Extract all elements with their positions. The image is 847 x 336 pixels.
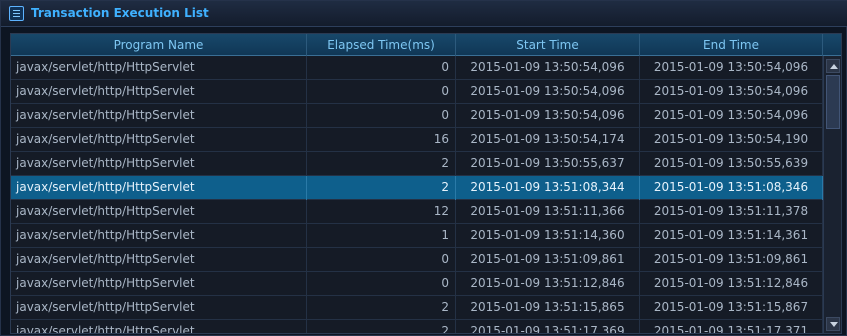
cell-end-time: 2015-01-09 13:51:15,867 bbox=[640, 296, 823, 320]
cell-program-name: javax/servlet/http/HttpServlet bbox=[11, 80, 307, 104]
cell-elapsed-time: 0 bbox=[307, 56, 456, 80]
table-row[interactable]: javax/servlet/http/HttpServlet 0 2015-01-0… bbox=[11, 248, 823, 272]
column-header-end-time[interactable]: End Time bbox=[640, 34, 823, 56]
panel-titlebar: Transaction Execution List bbox=[1, 1, 847, 27]
table-header: Program Name Elapsed Time(ms) Start Time… bbox=[11, 34, 823, 56]
column-header-program-name[interactable]: Program Name bbox=[11, 34, 307, 56]
table-row[interactable]: javax/servlet/http/HttpServlet 1 2015-01-0… bbox=[11, 224, 823, 248]
cell-start-time: 2015-01-09 13:51:17,369 bbox=[456, 320, 640, 333]
cell-end-time: 2015-01-09 13:50:54,096 bbox=[640, 104, 823, 128]
cell-start-time: 2015-01-09 13:51:11,366 bbox=[456, 200, 640, 224]
cell-program-name: javax/servlet/http/HttpServlet bbox=[11, 248, 307, 272]
cell-elapsed-time: 0 bbox=[307, 272, 456, 296]
list-icon bbox=[9, 6, 24, 21]
cell-program-name: javax/servlet/http/HttpServlet bbox=[11, 200, 307, 224]
arrow-up-icon[interactable] bbox=[826, 59, 840, 73]
cell-elapsed-time: 0 bbox=[307, 104, 456, 128]
table-row[interactable]: javax/servlet/http/HttpServlet 2 2015-01-0… bbox=[11, 152, 823, 176]
cell-elapsed-time: 0 bbox=[307, 248, 456, 272]
table-row[interactable]: javax/servlet/http/HttpServlet 12 2015-01-… bbox=[11, 200, 823, 224]
cell-start-time: 2015-01-09 13:50:54,096 bbox=[456, 56, 640, 80]
cell-elapsed-time: 0 bbox=[307, 80, 456, 104]
cell-end-time: 2015-01-09 13:50:55,639 bbox=[640, 152, 823, 176]
cell-start-time: 2015-01-09 13:51:08,344 bbox=[456, 176, 640, 200]
cell-end-time: 2015-01-09 13:51:09,861 bbox=[640, 248, 823, 272]
cell-elapsed-time: 2 bbox=[307, 152, 456, 176]
transaction-panel: Transaction Execution List Program Name … bbox=[0, 0, 847, 336]
transaction-table: Program Name Elapsed Time(ms) Start Time… bbox=[10, 33, 842, 334]
cell-program-name: javax/servlet/http/HttpServlet bbox=[11, 56, 307, 80]
cell-program-name: javax/servlet/http/HttpServlet bbox=[11, 152, 307, 176]
cell-start-time: 2015-01-09 13:51:12,846 bbox=[456, 272, 640, 296]
cell-elapsed-time: 16 bbox=[307, 128, 456, 152]
cell-start-time: 2015-01-09 13:51:14,360 bbox=[456, 224, 640, 248]
cell-start-time: 2015-01-09 13:50:54,174 bbox=[456, 128, 640, 152]
table-row[interactable]: javax/servlet/http/HttpServlet 2 2015-01-0… bbox=[11, 320, 823, 333]
table-row[interactable]: javax/servlet/http/HttpServlet 16 2015-01-… bbox=[11, 128, 823, 152]
cell-program-name: javax/servlet/http/HttpServlet bbox=[11, 128, 307, 152]
cell-start-time: 2015-01-09 13:50:55,637 bbox=[456, 152, 640, 176]
cell-program-name: javax/servlet/http/HttpServlet bbox=[11, 104, 307, 128]
cell-end-time: 2015-01-09 13:51:12,846 bbox=[640, 272, 823, 296]
cell-elapsed-time: 2 bbox=[307, 176, 456, 200]
table-row[interactable]: javax/servlet/http/HttpServlet 0 2015-01-0… bbox=[11, 56, 823, 80]
cell-program-name: javax/servlet/http/HttpServlet bbox=[11, 320, 307, 333]
cell-start-time: 2015-01-09 13:51:09,861 bbox=[456, 248, 640, 272]
cell-end-time: 2015-01-09 13:51:11,378 bbox=[640, 200, 823, 224]
cell-elapsed-time: 1 bbox=[307, 224, 456, 248]
vertical-scrollbar[interactable] bbox=[823, 56, 841, 333]
table-row[interactable]: javax/servlet/http/HttpServlet 0 2015-01-0… bbox=[11, 104, 823, 128]
cell-elapsed-time: 2 bbox=[307, 320, 456, 333]
arrow-down-icon[interactable] bbox=[826, 317, 840, 331]
column-header-start-time[interactable]: Start Time bbox=[456, 34, 640, 56]
cell-start-time: 2015-01-09 13:51:15,865 bbox=[456, 296, 640, 320]
cell-end-time: 2015-01-09 13:51:17,371 bbox=[640, 320, 823, 333]
cell-program-name: javax/servlet/http/HttpServlet bbox=[11, 224, 307, 248]
cell-end-time: 2015-01-09 13:51:14,361 bbox=[640, 224, 823, 248]
cell-elapsed-time: 12 bbox=[307, 200, 456, 224]
cell-start-time: 2015-01-09 13:50:54,096 bbox=[456, 80, 640, 104]
cell-program-name: javax/servlet/http/HttpServlet bbox=[11, 296, 307, 320]
cell-start-time: 2015-01-09 13:50:54,096 bbox=[456, 104, 640, 128]
header-corner bbox=[823, 34, 841, 56]
cell-end-time: 2015-01-09 13:50:54,190 bbox=[640, 128, 823, 152]
table-row[interactable]: javax/servlet/http/HttpServlet 0 2015-01-0… bbox=[11, 80, 823, 104]
cell-end-time: 2015-01-09 13:50:54,096 bbox=[640, 80, 823, 104]
table-row[interactable]: javax/servlet/http/HttpServlet 2 2015-01-0… bbox=[11, 176, 823, 200]
cell-end-time: 2015-01-09 13:50:54,096 bbox=[640, 56, 823, 80]
column-header-elapsed-time[interactable]: Elapsed Time(ms) bbox=[307, 34, 456, 56]
table-body: javax/servlet/http/HttpServlet 0 2015-01-0… bbox=[11, 56, 823, 333]
table-row[interactable]: javax/servlet/http/HttpServlet 0 2015-01-0… bbox=[11, 272, 823, 296]
cell-program-name: javax/servlet/http/HttpServlet bbox=[11, 176, 307, 200]
panel-title: Transaction Execution List bbox=[31, 6, 209, 20]
cell-end-time: 2015-01-09 13:51:08,346 bbox=[640, 176, 823, 200]
cell-program-name: javax/servlet/http/HttpServlet bbox=[11, 272, 307, 296]
scrollbar-thumb[interactable] bbox=[826, 75, 840, 129]
cell-elapsed-time: 2 bbox=[307, 296, 456, 320]
table-row[interactable]: javax/servlet/http/HttpServlet 2 2015-01-0… bbox=[11, 296, 823, 320]
